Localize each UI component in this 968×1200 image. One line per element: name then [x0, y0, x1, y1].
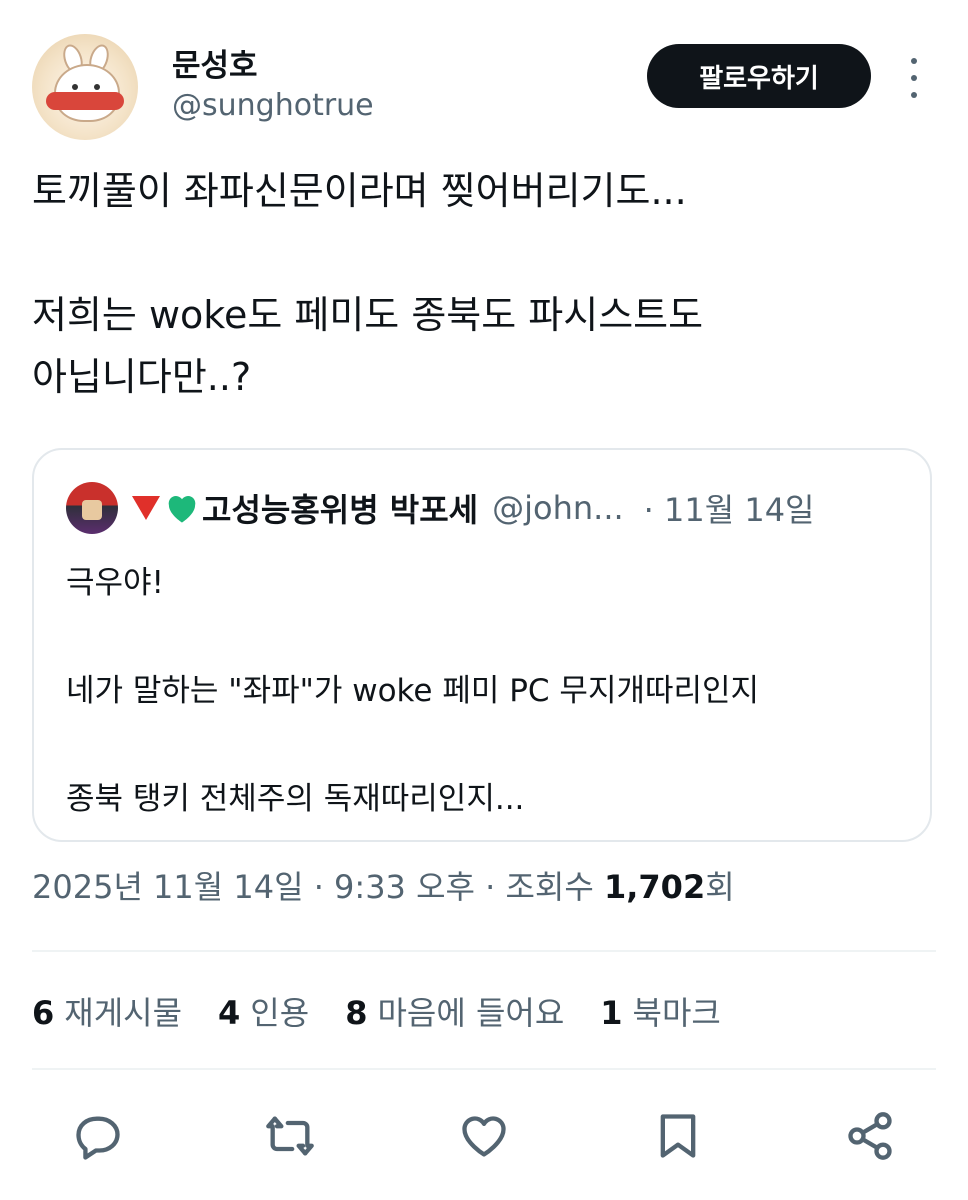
stat-label: 인용 [250, 994, 310, 1032]
follow-button[interactable]: 팔로우하기 [647, 44, 871, 108]
stat-num: 4 [218, 994, 241, 1032]
bookmark-icon[interactable] [650, 1108, 706, 1164]
share-icon[interactable] [842, 1108, 898, 1164]
more-dot [911, 58, 917, 64]
quoted-tweet[interactable]: 고성능홍위병 박포세 @john... · 11월 14일 극우야! 네가 말하… [32, 448, 932, 842]
stat-likes[interactable]: 8 마음에 들어요 [345, 988, 564, 1034]
quoted-author-name[interactable]: 고성능홍위병 박포세 [202, 485, 478, 531]
stat-num: 8 [345, 994, 368, 1032]
green-heart-icon [168, 496, 196, 523]
author-handle[interactable]: @sunghotrue [172, 88, 374, 123]
action-bar [32, 1100, 936, 1170]
tweet-header: 문성호 @sunghotrue 팔로우하기 [32, 32, 936, 142]
avatar-eye-right [94, 84, 100, 90]
avatar-scarf [46, 92, 124, 110]
stat-label: 마음에 들어요 [377, 994, 565, 1032]
view-count-suffix: 회 [705, 868, 735, 906]
stat-num: 1 [600, 994, 623, 1032]
quoted-author-handle[interactable]: @john... [492, 489, 624, 527]
more-options-icon[interactable] [902, 58, 926, 98]
retweet-icon[interactable] [262, 1108, 318, 1164]
stat-num: 6 [32, 994, 55, 1032]
quoted-tweet-text: 극우야! 네가 말하는 "좌파"가 woke 페미 PC 무지개따리인지 종북 … [66, 565, 760, 817]
stat-label: 재게시물 [64, 994, 183, 1032]
quoted-tweet-date[interactable]: · 11월 14일 [644, 485, 815, 531]
red-triangle-icon [132, 496, 160, 520]
avatar-face [82, 500, 102, 520]
quoted-author-avatar[interactable] [66, 482, 118, 534]
engagement-stats: 6 재게시물 4 인용 8 마음에 들어요 1 북마크 [32, 986, 757, 1036]
quoted-tweet-header: 고성능홍위병 박포세 @john... · 11월 14일 [132, 478, 815, 538]
author-display-name[interactable]: 문성호 [172, 40, 258, 85]
stat-reposts[interactable]: 6 재게시물 [32, 988, 182, 1034]
view-count: 1,702 [603, 868, 706, 906]
heart-icon[interactable] [456, 1108, 512, 1164]
stat-bookmarks[interactable]: 1 북마크 [600, 988, 721, 1034]
more-dot [911, 75, 917, 81]
tweet-meta: 2025년 11월 14일 · 9:33 오후 · 조회수 1,702회 [32, 862, 735, 908]
stat-quotes[interactable]: 4 인용 [218, 988, 309, 1034]
divider [32, 1068, 936, 1070]
reply-icon[interactable] [70, 1108, 126, 1164]
author-avatar[interactable] [32, 34, 138, 140]
avatar-eye-left [72, 84, 78, 90]
divider [32, 950, 936, 952]
more-dot [911, 92, 917, 98]
stat-label: 북마크 [632, 994, 721, 1032]
tweet-text: 토끼풀이 좌파신문이라며 찢어버리기도... 저희는 woke도 페미도 종북도… [32, 169, 704, 399]
tweet-timestamp[interactable]: 2025년 11월 14일 · 9:33 오후 · 조회수 [32, 868, 594, 906]
